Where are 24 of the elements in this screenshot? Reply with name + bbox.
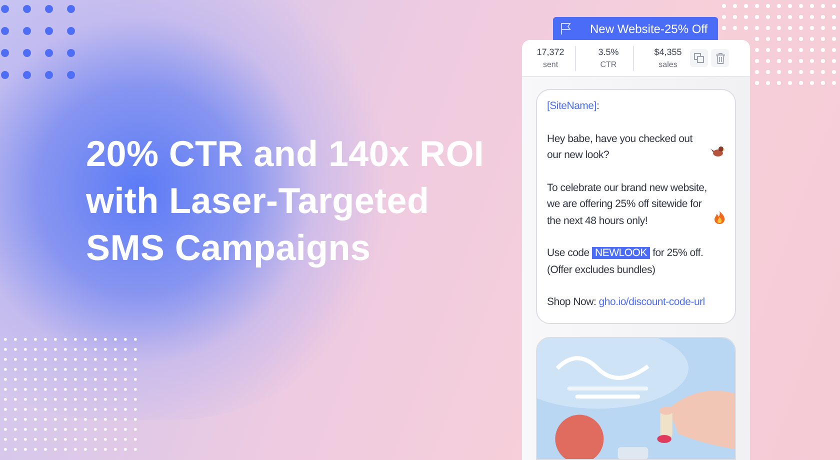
stat-label: sent (542, 58, 558, 71)
trash-icon (716, 52, 724, 64)
fire-icon (714, 210, 725, 224)
message-text: Shop Now: (547, 296, 596, 308)
stat-value: 17,372 (536, 46, 564, 59)
stat-label: CTR (600, 58, 617, 71)
copy-button[interactable] (690, 49, 708, 68)
flag-icon (560, 22, 572, 35)
message-text: for 25% off. (652, 247, 704, 260)
message-text: Hey babe, have you checked out our new look? (547, 132, 694, 164)
copy-icon (694, 53, 704, 64)
campaign-tab[interactable]: New Website-25% Off (553, 17, 718, 40)
stat-value: $4,355 (654, 46, 682, 59)
message-text: : (596, 100, 600, 112)
promo-code: NEWLOOK (592, 247, 650, 260)
site-name-tag: [SiteName] (547, 100, 596, 112)
stat-value: 3.5% (598, 46, 619, 59)
message-text: To celebrate our brand new website, we are offering 25% off sitewide for the next 48 hours only! (547, 180, 708, 229)
delete-button[interactable] (711, 49, 729, 68)
message-text: Use code (547, 247, 590, 260)
shop-link[interactable]: gho.io/discount-code-url (598, 296, 705, 308)
message-text: (Offer excludes bundles) (547, 264, 656, 276)
stat-label: sales (658, 58, 678, 71)
bird-emoji-icon (711, 145, 725, 158)
